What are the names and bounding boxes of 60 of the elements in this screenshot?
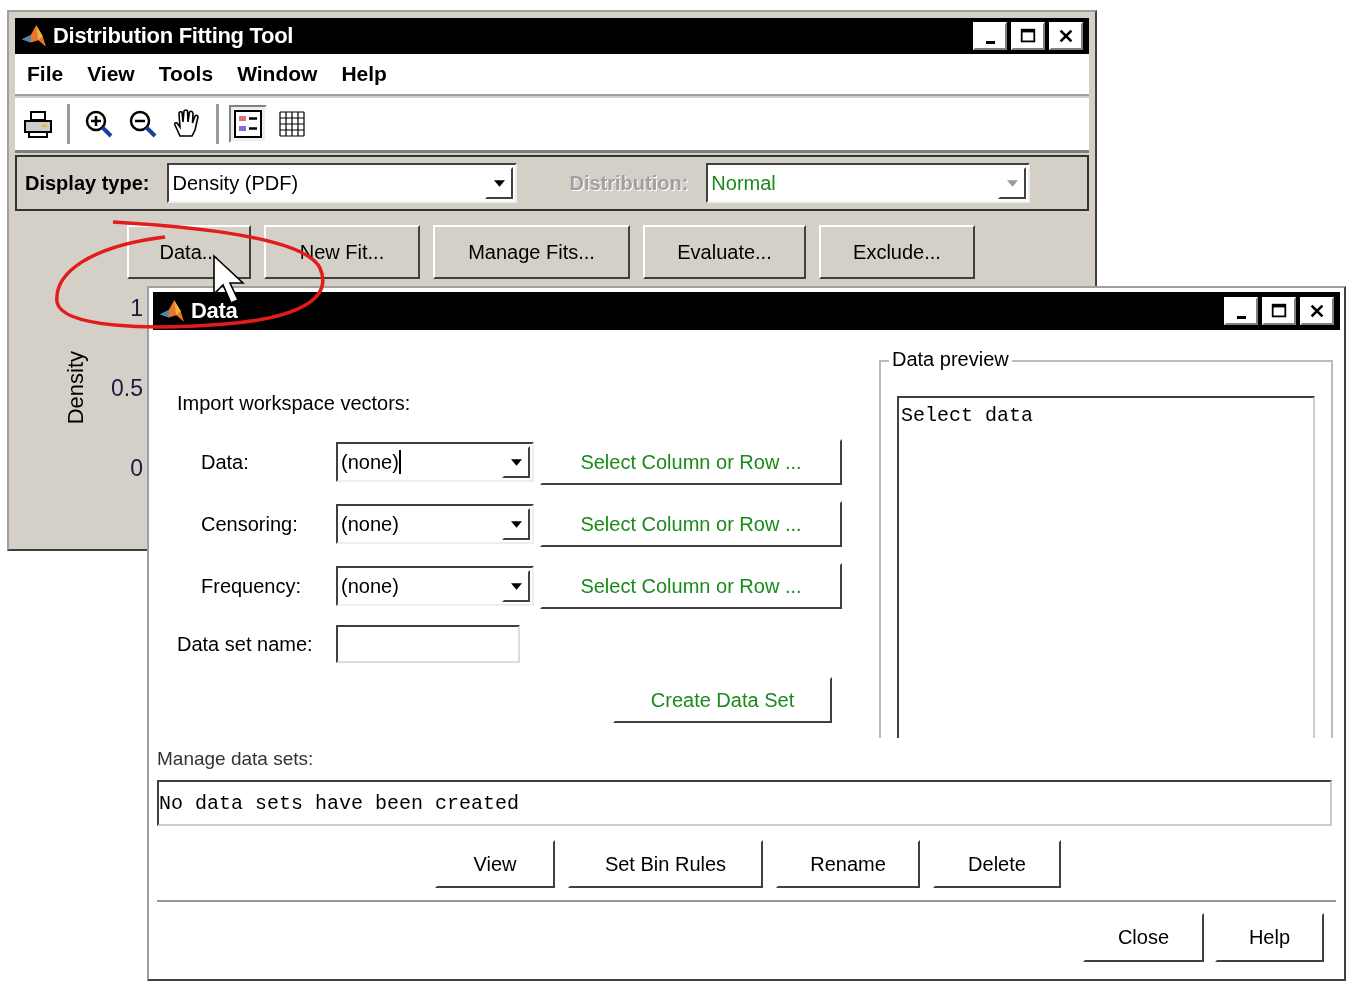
create-data-set-button[interactable]: Create Data Set: [613, 677, 832, 723]
dialog-button[interactable]: Close: [1083, 913, 1204, 962]
action-button[interactable]: Exclude...: [819, 225, 975, 279]
close-button[interactable]: [1049, 22, 1083, 50]
manage-button[interactable]: Set Bin Rules: [568, 840, 763, 888]
action-button[interactable]: Evaluate...: [643, 225, 806, 279]
field-label: Display type:: [25, 171, 150, 195]
menu-item[interactable]: View: [87, 62, 135, 86]
field-label: Data:: [200, 450, 250, 474]
manage-button[interactable]: Delete: [933, 840, 1061, 888]
field-label: Data set name:: [177, 632, 314, 656]
minimize-icon: [1236, 315, 1246, 319]
section-label: Import workspace vectors:: [177, 392, 412, 415]
close-button[interactable]: [1300, 297, 1334, 325]
select-column-button[interactable]: Select Column or Row ...: [540, 563, 842, 609]
display-type-dropdown[interactable]: Density (PDF): [167, 163, 518, 203]
dropdown-arrow-icon[interactable]: [510, 582, 522, 590]
section-label: Manage data sets:: [157, 748, 315, 770]
select-column-button[interactable]: Select Column or Row ...: [540, 439, 842, 485]
vector-dropdown[interactable]: (none): [336, 442, 534, 482]
tick-label: 0: [130, 455, 143, 481]
close-icon: [1057, 27, 1075, 45]
minimize-button[interactable]: [973, 22, 1007, 50]
vector-dropdown[interactable]: (none): [336, 504, 534, 544]
preview-text: Select data: [901, 404, 1034, 427]
menu-item[interactable]: Tools: [158, 62, 214, 86]
menu-item[interactable]: File: [27, 62, 64, 86]
manage-button[interactable]: View: [435, 840, 555, 888]
select-column-button[interactable]: Select Column or Row ...: [540, 501, 842, 547]
action-button[interactable]: Manage Fits...: [433, 225, 630, 279]
dropdown-arrow-icon[interactable]: [510, 458, 522, 466]
list-text: No data sets have been created: [159, 791, 520, 815]
tick-label: 0.5: [111, 375, 143, 401]
vector-dropdown[interactable]: (none): [336, 566, 534, 606]
window-title: Distribution Fitting Tool: [53, 23, 294, 49]
maximize-icon: [1270, 302, 1288, 320]
maximize-button[interactable]: [1262, 297, 1296, 325]
menu-item[interactable]: Help: [341, 62, 387, 86]
minimize-icon: [985, 40, 995, 44]
tick-label: 1: [130, 295, 143, 321]
field-label: Censoring:: [200, 512, 299, 536]
panel-title: Data preview: [889, 348, 1012, 371]
name-input-field[interactable]: [336, 625, 520, 663]
legend-button[interactable]: [229, 105, 267, 143]
distribution-dropdown: Normal: [706, 163, 1031, 203]
window-title: Data: [191, 298, 238, 324]
menu-item[interactable]: Window: [237, 62, 318, 86]
maximize-button[interactable]: [1011, 22, 1045, 50]
maximize-icon: [1019, 27, 1037, 45]
minimize-button[interactable]: [1224, 297, 1258, 325]
close-icon: [1308, 302, 1326, 320]
data-sets-list[interactable]: No data sets have been created: [157, 780, 1332, 826]
field-label: Frequency:: [200, 574, 303, 598]
dropdown-arrow-icon[interactable]: [494, 179, 505, 187]
manage-button[interactable]: Rename: [776, 840, 920, 888]
app-logo-icon: [159, 298, 185, 324]
axis-label: Density: [63, 351, 89, 425]
dropdown-arrow-icon[interactable]: [510, 520, 522, 528]
app-logo-icon: [21, 23, 47, 49]
dialog-button[interactable]: Help: [1215, 913, 1324, 962]
